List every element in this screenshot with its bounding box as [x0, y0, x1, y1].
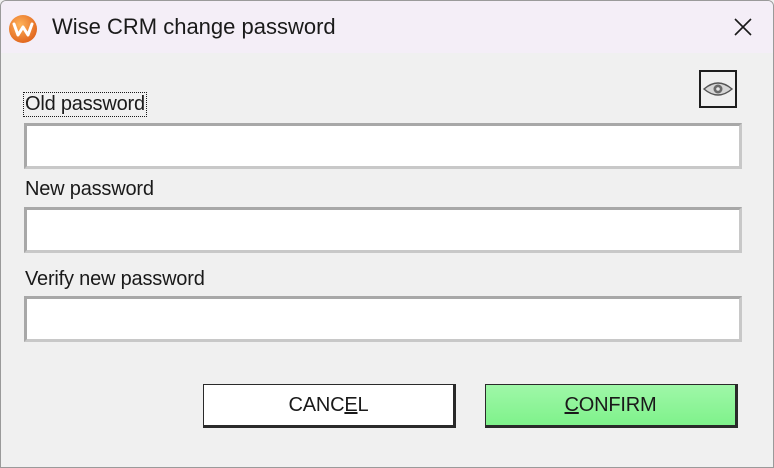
close-button[interactable]: [713, 1, 773, 53]
verify-password-label: Verify new password: [25, 268, 205, 290]
wise-crm-logo-icon: [8, 14, 38, 44]
new-password-input[interactable]: [24, 207, 742, 253]
cancel-label-pre: CANC: [288, 393, 345, 416]
cancel-mnemonic: E: [344, 393, 358, 416]
show-password-toggle[interactable]: [699, 70, 737, 108]
old-password-label: Old password: [23, 92, 147, 117]
cancel-button[interactable]: CANC E L: [203, 384, 456, 428]
old-password-input[interactable]: [24, 123, 742, 169]
confirm-mnemonic: C: [564, 393, 579, 416]
window-title: Wise CRM change password: [52, 14, 336, 39]
confirm-label-post: ONFIRM: [578, 393, 657, 416]
close-icon: [734, 18, 752, 36]
verify-password-input[interactable]: [24, 296, 742, 342]
eye-icon: [703, 82, 733, 96]
confirm-button[interactable]: C ONFIRM: [485, 384, 738, 428]
new-password-label: New password: [25, 178, 154, 200]
title-bar[interactable]: Wise CRM change password: [1, 1, 773, 53]
change-password-dialog: Wise CRM change password Old password Ne…: [0, 0, 774, 468]
cancel-label-post: L: [357, 393, 369, 416]
